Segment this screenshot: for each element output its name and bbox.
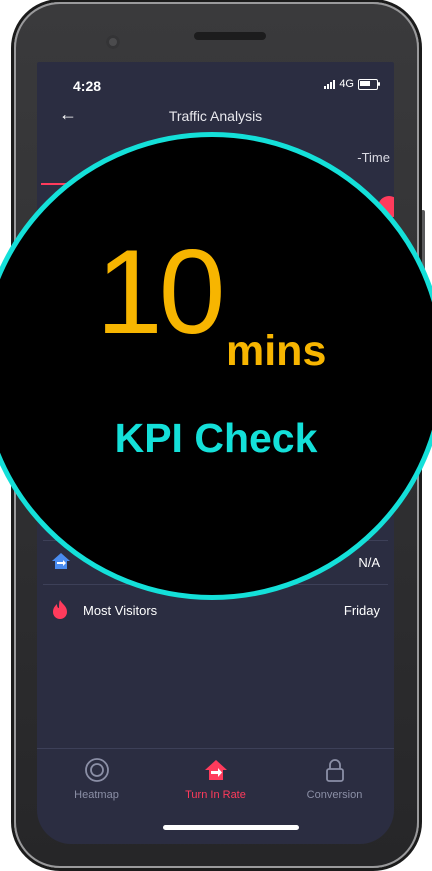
overlay-unit: mins: [226, 327, 327, 375]
row-label: Most Visitors: [83, 602, 158, 618]
nav-label: Conversion: [306, 789, 363, 801]
network-type: 4G: [339, 78, 354, 90]
bottom-navigation: Heatmap Turn In Rate Conversion: [37, 748, 394, 815]
row-value: N/A: [358, 554, 380, 570]
status-indicators: 4G: [324, 78, 380, 90]
fire-icon: [51, 599, 75, 622]
nav-turn-in-rate[interactable]: Turn In Rate: [156, 749, 275, 815]
home-indicator[interactable]: [163, 825, 299, 830]
earpiece-speaker: [194, 32, 266, 40]
page-title: Traffic Analysis: [168, 108, 263, 124]
row-value: Friday: [343, 602, 380, 618]
signal-icon: [324, 79, 336, 89]
house-enter-icon: [204, 760, 227, 780]
lock-icon: [325, 759, 344, 782]
front-camera: [106, 35, 120, 49]
overlay-number: 10: [96, 225, 225, 359]
nav-label: Heatmap: [74, 789, 119, 801]
battery-icon: [358, 78, 380, 90]
nav-label: Turn In Rate: [185, 789, 246, 801]
house-enter-icon: [51, 552, 75, 573]
overlay-caption: KPI Check: [114, 415, 318, 461]
status-time: 4:28: [73, 78, 102, 94]
nav-conversion[interactable]: Conversion: [275, 749, 394, 815]
nav-heatmap[interactable]: Heatmap: [37, 749, 156, 815]
target-icon: [84, 758, 109, 782]
tab-real-time[interactable]: -Time: [357, 150, 390, 165]
screenshot-stage: 4:28 4G ← Traffic Analysis T -Time N/A M…: [0, 0, 432, 871]
kpi-overlay-circle: [0, 132, 432, 600]
